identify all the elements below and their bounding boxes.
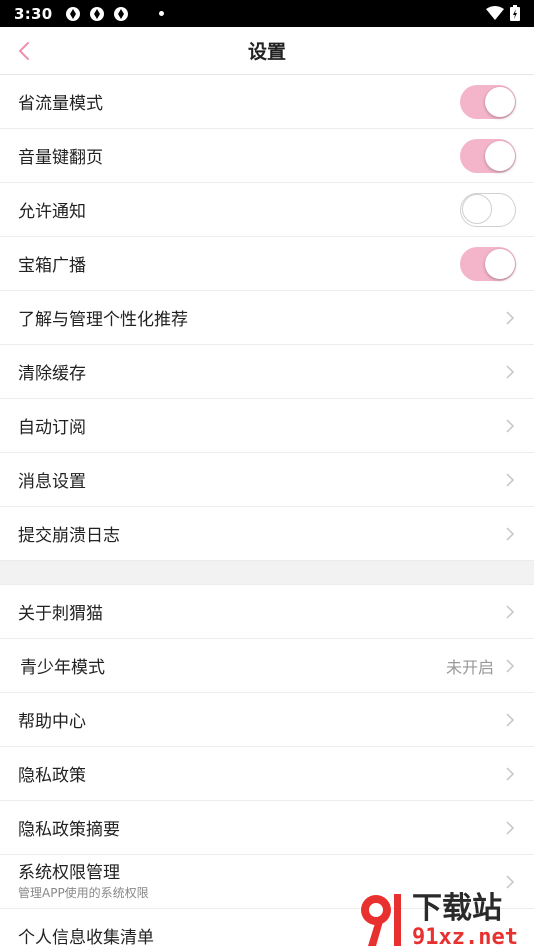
status-time: 3:30 — [14, 4, 53, 23]
toggle-label: 音量键翻页 — [18, 148, 103, 168]
chevron-right-icon — [506, 364, 515, 379]
settings-item-message-settings[interactable]: 消息设置 — [0, 453, 534, 507]
notification-dot-icon — [158, 11, 164, 16]
data-saver-switch[interactable] — [460, 84, 516, 119]
toggle-row-notifications[interactable]: 允许通知 — [0, 183, 534, 237]
watermark-domain-text: 91xz.net — [412, 925, 518, 950]
switch-knob — [485, 140, 515, 171]
settings-item-label: 青少年模式 — [20, 658, 105, 678]
toggle-row-treasure-broadcast[interactable]: 宝箱广播 — [0, 237, 534, 291]
aperture-icon — [65, 6, 80, 21]
chevron-right-icon — [506, 712, 515, 727]
toggle-row-data-saver[interactable]: 省流量模式 — [0, 75, 534, 129]
toggle-list: 省流量模式 音量键翻页 允许通知 宝箱广播 — [0, 75, 534, 291]
settings-item-about[interactable]: 关于刺猬猫 — [0, 585, 534, 639]
settings-item-label: 系统权限管理 — [18, 863, 120, 883]
chevron-right-icon — [506, 418, 515, 433]
battery-icon — [510, 5, 520, 21]
settings-item-teen-mode[interactable]: 青少年模式 未开启 — [0, 639, 534, 693]
wifi-icon — [486, 5, 504, 20]
settings-item-label: 清除缓存 — [18, 364, 86, 384]
page-title: 设置 — [247, 41, 286, 63]
settings-item-help-center[interactable]: 帮助中心 — [0, 693, 534, 747]
status-bar: 3:30 — [0, 0, 534, 27]
back-arrow-icon[interactable] — [14, 40, 36, 62]
switch-knob — [462, 194, 492, 224]
chevron-right-icon — [506, 310, 515, 325]
settings-item-label: 消息设置 — [18, 472, 86, 492]
settings-item-crash-log[interactable]: 提交崩溃日志 — [0, 507, 534, 561]
watermark-logo-icon — [361, 894, 401, 946]
chevron-right-icon — [506, 820, 515, 835]
teen-mode-status: 未开启 — [445, 657, 494, 677]
switch-knob — [485, 248, 515, 279]
settings-group-1: 了解与管理个性化推荐 清除缓存 自动订阅 消息设置 提交崩溃日志 — [0, 291, 534, 561]
notifications-switch[interactable] — [460, 192, 516, 227]
settings-item-label: 隐私政策 — [18, 766, 86, 786]
settings-item-auto-subscribe[interactable]: 自动订阅 — [0, 399, 534, 453]
settings-item-personalized-recommendation[interactable]: 了解与管理个性化推荐 — [0, 291, 534, 345]
aperture-icon — [113, 6, 128, 21]
settings-item-label: 自动订阅 — [18, 418, 86, 438]
toggle-label: 省流量模式 — [18, 94, 103, 114]
settings-item-label: 提交崩溃日志 — [18, 526, 120, 546]
watermark-site-text: 下载站 — [412, 891, 502, 926]
chevron-right-icon — [506, 604, 515, 619]
settings-item-privacy-summary[interactable]: 隐私政策摘要 — [0, 801, 534, 855]
settings-item-clear-cache[interactable]: 清除缓存 — [0, 345, 534, 399]
chevron-right-icon — [506, 658, 515, 673]
settings-item-privacy-policy[interactable]: 隐私政策 — [0, 747, 534, 801]
section-divider — [0, 561, 534, 585]
chevron-right-icon — [506, 472, 515, 487]
app-header: 设置 — [0, 27, 534, 75]
toggle-label: 宝箱广播 — [18, 256, 86, 276]
aperture-icon — [89, 6, 104, 21]
toggle-label: 允许通知 — [18, 202, 86, 222]
settings-item-label: 关于刺猬猫 — [18, 604, 103, 624]
volume-key-page-switch[interactable] — [460, 138, 516, 173]
chevron-right-icon — [506, 526, 515, 541]
toggle-row-volume-page-turn[interactable]: 音量键翻页 — [0, 129, 534, 183]
settings-item-label: 隐私政策摘要 — [18, 820, 120, 840]
chevron-right-icon — [506, 766, 515, 781]
switch-knob — [485, 86, 515, 117]
treasure-broadcast-switch[interactable] — [460, 246, 516, 281]
settings-item-label: 了解与管理个性化推荐 — [18, 310, 188, 330]
settings-item-description: 管理APP使用的系统权限 — [18, 886, 149, 900]
settings-item-label: 帮助中心 — [18, 712, 86, 732]
download-site-watermark: 下载站 91xz.net — [361, 891, 518, 950]
